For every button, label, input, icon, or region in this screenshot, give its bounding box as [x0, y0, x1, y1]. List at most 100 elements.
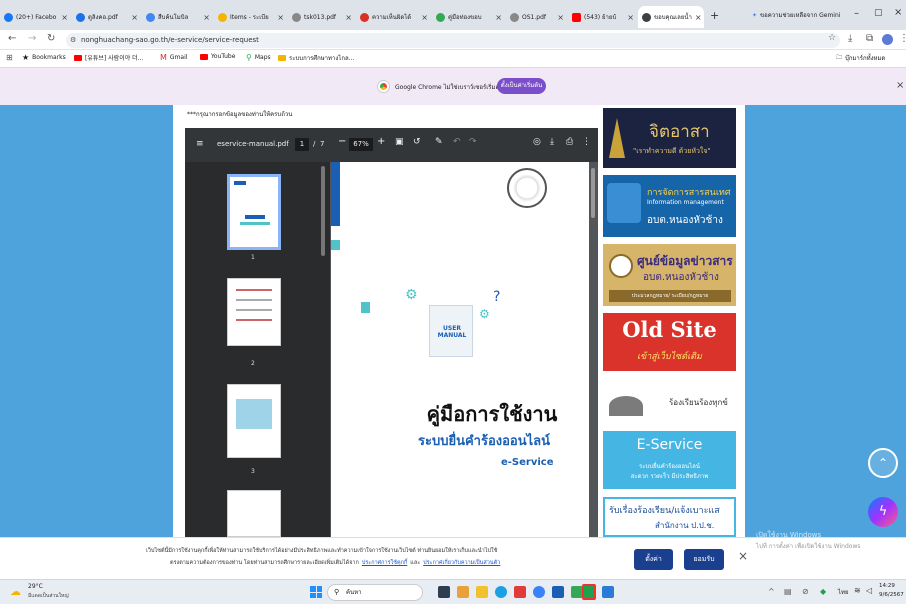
tab-google[interactable]: คู่มือท่องขอบ × — [432, 6, 506, 28]
eservice-banner[interactable]: E-Service ระบบยื่นคำร้องออนไลน์ สะดวก รว… — [603, 431, 736, 489]
clock-time[interactable]: 14:29 — [879, 583, 895, 589]
messenger-icon[interactable]: ϟ — [868, 497, 898, 527]
bookmark-item[interactable]: YouTube — [200, 53, 235, 60]
privacy-policy-link[interactable]: ประกาศเกี่ยวกับความเป็นส่วนตัว — [423, 559, 500, 567]
new-tab-button[interactable]: + — [710, 9, 719, 22]
annotate-icon[interactable]: ✎ — [435, 137, 443, 147]
close-icon[interactable]: × — [58, 13, 68, 22]
thumbnail-page-2[interactable] — [227, 278, 281, 346]
close-icon[interactable]: × — [492, 13, 502, 22]
file-explorer-icon[interactable] — [476, 586, 488, 598]
clock-date[interactable]: 9/6/2567 — [879, 592, 904, 598]
site-info-icon[interactable]: ⚙ — [70, 33, 76, 48]
reload-icon[interactable]: ↻ — [47, 33, 55, 44]
thumbnail-page-4[interactable] — [227, 490, 281, 537]
zoom-input[interactable]: 67% — [349, 138, 373, 151]
gemini-button[interactable]: ✦ ขอความช่วยเหลือจาก Gemini — [752, 10, 840, 20]
tray-chevron-icon[interactable]: ^ — [768, 587, 775, 596]
bookmark-item[interactable]: ระบบการศึกษาทางไกล... — [278, 53, 354, 63]
redo-icon[interactable]: ↷ — [469, 137, 477, 147]
pdf-menu-icon[interactable]: ≡ — [196, 139, 204, 149]
close-icon[interactable]: × — [128, 13, 138, 22]
tab-pdf-1[interactable]: ดูลิงคอ.pdf × — [72, 6, 142, 28]
info-management-banner[interactable]: การจัดการสารสนเทศ Information management… — [603, 175, 736, 237]
fit-page-icon[interactable]: ▣ — [395, 137, 404, 147]
document-scrollbar[interactable] — [591, 168, 595, 218]
report-banner[interactable]: รับเรื่องร้องเรียน/แจ้งเบาะแส สำนักงาน ป… — [603, 497, 736, 537]
volume-icon[interactable]: ◁ — [866, 586, 872, 595]
cookie-close-button[interactable]: × — [738, 549, 748, 563]
app-icon[interactable] — [602, 586, 614, 598]
download-icon[interactable]: ⤓ — [848, 33, 852, 44]
close-icon[interactable]: × — [692, 13, 702, 22]
old-site-banner[interactable]: Old Site เข้าสู่เว็บไซต์เดิม — [603, 313, 736, 371]
profile-avatar[interactable] — [882, 34, 893, 45]
tab-mobile[interactable]: สืบค้นโมบิล × — [142, 6, 214, 28]
tray-app-icon[interactable]: ▤ — [784, 587, 792, 596]
tab-os1[interactable]: OS1.pdf × — [506, 6, 568, 28]
bookmark-star-icon[interactable]: ☆ — [828, 33, 836, 43]
cookie-policy-link[interactable]: ประกาศการใช้คุกกี้ — [362, 559, 407, 567]
tray-app-icon[interactable]: ◆ — [820, 587, 826, 596]
extensions-icon[interactable]: ⧉ — [866, 33, 873, 44]
pdf-download-icon[interactable]: ⤓ — [550, 137, 554, 147]
chrome-icon[interactable] — [533, 586, 545, 598]
windows-start-icon[interactable] — [310, 586, 322, 598]
thumbnail-scrollbar[interactable] — [321, 166, 325, 256]
thumbnail-page-3[interactable] — [227, 384, 281, 458]
close-icon[interactable]: × — [554, 13, 564, 22]
set-default-button[interactable]: ตั้งเป็นค่าเริ่มต้น — [497, 78, 546, 94]
tab-news[interactable]: ความเห็นผิดได้ × — [356, 6, 432, 28]
rotate-icon[interactable]: ↺ — [413, 137, 421, 147]
store-icon[interactable] — [514, 586, 526, 598]
print-icon[interactable]: ⎙ — [566, 137, 573, 147]
active-app-icon[interactable] — [582, 584, 596, 600]
taskbar-search-box[interactable]: ⚲ ค้นหา — [327, 584, 423, 601]
close-icon[interactable]: × — [624, 13, 634, 22]
close-window-button[interactable]: × — [894, 7, 902, 18]
tab-active[interactable]: ขอบคุณเลยน้ำ × — [638, 6, 704, 28]
tab-tsk013[interactable]: tsk013.pdf × — [288, 6, 356, 28]
bookmark-item[interactable]: M Gmail — [160, 53, 187, 62]
thumbnail-page-1[interactable] — [227, 174, 281, 250]
apps-grid-icon[interactable]: ⊞ — [6, 53, 13, 62]
pdf-more-icon[interactable]: ⋮ — [582, 137, 591, 147]
wifi-icon[interactable]: ≋ — [854, 586, 861, 595]
maximize-button[interactable]: ▢ — [874, 8, 883, 18]
task-view-icon[interactable] — [438, 586, 450, 598]
url-text[interactable]: nonghuachang-sao.go.th/e-service/service… — [81, 36, 259, 44]
complaint-banner[interactable]: ร้องเรียนร้องทุกข์ — [603, 378, 736, 425]
menu-icon[interactable]: ⋮ — [899, 33, 906, 44]
minimize-button[interactable]: – — [854, 8, 859, 19]
page-number-input[interactable]: 1 — [295, 138, 309, 151]
zoom-in-button[interactable]: + — [377, 136, 385, 147]
tab-items[interactable]: Items - ระเบีย × — [214, 6, 288, 28]
tab-facebook[interactable]: (20+) Facebo × — [0, 6, 72, 28]
zoom-out-button[interactable]: − — [338, 136, 346, 147]
volunteer-banner[interactable]: จิตอาสา "เราทำความดี ด้วยหัวใจ" — [603, 108, 736, 168]
tray-app-icon[interactable]: ⊘ — [802, 587, 809, 596]
cookie-settings-button[interactable]: ตั้งค่า — [634, 549, 673, 570]
close-icon[interactable]: × — [200, 13, 210, 22]
close-icon[interactable]: × — [418, 13, 428, 22]
close-icon[interactable]: × — [274, 13, 284, 22]
app-icon[interactable] — [552, 586, 564, 598]
cookie-accept-button[interactable]: ยอมรับ — [684, 549, 724, 570]
widgets-icon[interactable] — [457, 586, 469, 598]
lens-icon[interactable]: ◎ — [533, 137, 541, 147]
edge-icon[interactable] — [495, 586, 507, 598]
tab-youtube[interactable]: (543) ย้ายบ้ × — [568, 6, 638, 28]
bookmark-item[interactable]: ★ Bookmarks — [22, 53, 66, 62]
forward-icon[interactable]: → — [28, 33, 36, 44]
undo-icon[interactable]: ↶ — [453, 137, 461, 147]
input-language[interactable]: ไทย — [838, 587, 849, 597]
infobar-close-icon[interactable]: × — [896, 80, 904, 91]
back-icon[interactable]: ← — [8, 33, 16, 44]
scroll-top-button[interactable]: ⌃ — [868, 448, 898, 478]
address-bar[interactable]: ⚙ nonghuachang-sao.go.th/e-service/servi… — [66, 33, 840, 48]
all-bookmarks[interactable]: 🗀 บุ๊กมาร์กทั้งหมด — [836, 53, 885, 63]
close-icon[interactable]: × — [342, 13, 352, 22]
bookmark-item[interactable]: ⚲ Maps — [246, 53, 271, 62]
bookmark-item[interactable]: [유튜브] 사람이야 더... — [74, 53, 143, 62]
news-center-banner[interactable]: ศูนย์ข้อมูลข่าวสาร อบต.หนองหัวช้าง ประมว… — [603, 244, 736, 306]
